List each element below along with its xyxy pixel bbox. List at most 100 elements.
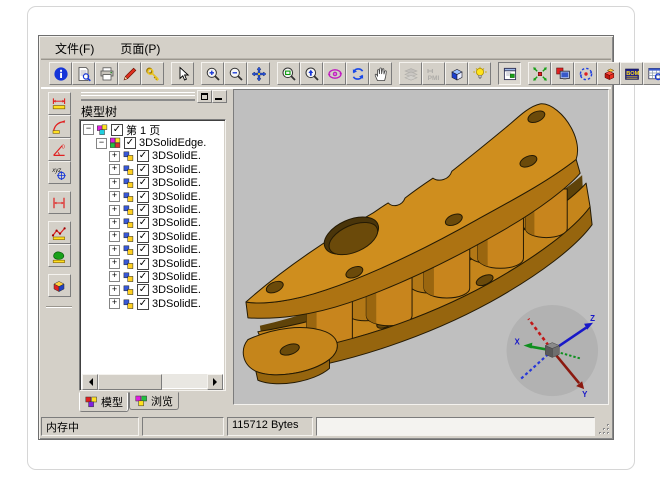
- expand-toggle[interactable]: +: [109, 191, 120, 202]
- expand-toggle[interactable]: +: [109, 218, 120, 229]
- expand-toggle[interactable]: +: [109, 231, 120, 242]
- menu-file[interactable]: 文件(F): [51, 39, 98, 58]
- visibility-checkbox[interactable]: ✓: [137, 204, 149, 216]
- zoom-window-button[interactable]: [277, 62, 300, 85]
- visibility-checkbox[interactable]: ✓: [137, 177, 149, 189]
- visibility-checkbox[interactable]: ✓: [137, 258, 149, 270]
- measure-distance-button[interactable]: [48, 92, 71, 115]
- license-button[interactable]: [141, 62, 164, 85]
- zoom-fit-button[interactable]: [300, 62, 323, 85]
- status-memory: 内存中: [41, 417, 139, 436]
- visibility-checkbox[interactable]: ✓: [137, 271, 149, 283]
- scroll-thumb[interactable]: [98, 374, 162, 390]
- refresh-view-button[interactable]: [346, 62, 369, 85]
- collapse-toggle[interactable]: −: [96, 138, 107, 149]
- bulb-icon: [472, 66, 488, 82]
- measure-radius-button[interactable]: [48, 115, 71, 138]
- expand-toggle[interactable]: +: [109, 178, 120, 189]
- measure-angle-button[interactable]: [48, 138, 71, 161]
- layers-icon: [403, 66, 419, 82]
- tree-node[interactable]: −✓3DSolidEdge.: [83, 136, 223, 149]
- snapshot-button[interactable]: [551, 62, 574, 85]
- collapse-toggle[interactable]: −: [83, 124, 94, 135]
- dock-restore-button[interactable]: [197, 90, 212, 103]
- visibility-checkbox[interactable]: ✓: [124, 137, 136, 149]
- orientation-ball[interactable]: Z Y X: [507, 305, 599, 399]
- tree-node-label: 3DSolidE.: [152, 191, 201, 203]
- resize-grip[interactable]: [598, 423, 611, 436]
- tree-node[interactable]: + ✓3DSolidE.: [83, 190, 223, 203]
- page-settings-button[interactable]: [498, 62, 521, 85]
- part-display-button[interactable]: [597, 62, 620, 85]
- markup-button[interactable]: [118, 62, 141, 85]
- visibility-checkbox[interactable]: ✓: [137, 244, 149, 256]
- visibility-checkbox[interactable]: ✓: [137, 298, 149, 310]
- about-button[interactable]: [49, 62, 72, 85]
- expand-toggle[interactable]: +: [109, 258, 120, 269]
- expand-toggle[interactable]: +: [109, 271, 120, 282]
- measure-coordinate-button[interactable]: [48, 161, 71, 184]
- report-table-button[interactable]: [643, 62, 660, 85]
- tree-node[interactable]: +✓3DSolidE.: [83, 244, 223, 257]
- tree-node[interactable]: +✓3DSolidE.: [83, 284, 223, 297]
- view-file-info-button[interactable]: [72, 62, 95, 85]
- visibility-checkbox[interactable]: ✓: [137, 217, 149, 229]
- move-explode-button[interactable]: [528, 62, 551, 85]
- tab-model[interactable]: 模型: [79, 392, 129, 412]
- pan-button[interactable]: [247, 62, 270, 85]
- visibility-checkbox[interactable]: ✓: [137, 284, 149, 296]
- measure-area-button[interactable]: [48, 244, 71, 267]
- bom-icon: [624, 66, 640, 82]
- expand-toggle[interactable]: +: [109, 164, 120, 175]
- keys-icon: [145, 66, 161, 82]
- measure-thickness-button[interactable]: [48, 191, 71, 214]
- visibility-checkbox[interactable]: ✓: [137, 150, 149, 162]
- zoom-in-button[interactable]: [201, 62, 224, 85]
- tree-node[interactable]: +✓3DSolidE.: [83, 177, 223, 190]
- pan-hand-button[interactable]: [369, 62, 392, 85]
- visibility-checkbox[interactable]: ✓: [137, 164, 149, 176]
- scroll-right-button[interactable]: [207, 374, 223, 390]
- visibility-checkbox[interactable]: ✓: [137, 191, 149, 203]
- tab-browse[interactable]: 浏览: [129, 392, 179, 410]
- tree-node[interactable]: +✓3DSolidE.: [83, 217, 223, 230]
- visibility-checkbox[interactable]: ✓: [137, 231, 149, 243]
- standard-views-button[interactable]: [445, 62, 468, 85]
- print-button[interactable]: [95, 62, 118, 85]
- scroll-left-button[interactable]: [82, 374, 98, 390]
- rotate-view-button[interactable]: [323, 62, 346, 85]
- expand-toggle[interactable]: +: [109, 205, 120, 216]
- toolbar-group: [48, 92, 71, 184]
- viewport-3d[interactable]: Z Y X: [233, 89, 609, 405]
- tree-node[interactable]: +✓3DSolidE.: [83, 297, 223, 310]
- tree-node[interactable]: +✓3DSolidE.: [83, 270, 223, 283]
- status-message: [316, 417, 595, 436]
- tree-node[interactable]: +✓3DSolidE.: [83, 257, 223, 270]
- tree-node[interactable]: +✓3DSolidE.: [83, 230, 223, 243]
- menu-page[interactable]: 页面(P): [116, 39, 164, 58]
- tree-node[interactable]: +✓3DSolidE.: [83, 203, 223, 216]
- measure-volume-button[interactable]: [48, 274, 71, 297]
- visibility-checkbox[interactable]: ✓: [111, 124, 123, 136]
- select-button[interactable]: [171, 62, 194, 85]
- tree-node[interactable]: +✓3DSolidE.: [83, 150, 223, 163]
- expand-toggle[interactable]: +: [109, 245, 120, 256]
- bom-button[interactable]: [620, 62, 643, 85]
- part-node-icon: [122, 177, 135, 189]
- expand-toggle[interactable]: +: [109, 285, 120, 296]
- tree-horizontal-scrollbar[interactable]: [82, 374, 223, 388]
- zoom-out-button[interactable]: [224, 62, 247, 85]
- measure-polyline-button[interactable]: [48, 221, 71, 244]
- expand-toggle[interactable]: +: [109, 298, 120, 309]
- tree-node[interactable]: −✓第 1 页: [83, 123, 223, 136]
- expand-toggle[interactable]: +: [109, 151, 120, 162]
- about-icon: [53, 66, 69, 82]
- dock-minimize-button[interactable]: [212, 90, 227, 103]
- measure-radius-icon: [51, 119, 67, 135]
- tree-node[interactable]: +✓3DSolidE.: [83, 163, 223, 176]
- dock-grip[interactable]: [79, 90, 227, 101]
- lighting-button[interactable]: [468, 62, 491, 85]
- side-toolbar-separator: [46, 306, 72, 308]
- animation-button[interactable]: [574, 62, 597, 85]
- model-tree-panel: 模型树 −✓第 1 页−✓3DSolidEdge.+✓3DSolidE.+✓3D…: [77, 88, 229, 413]
